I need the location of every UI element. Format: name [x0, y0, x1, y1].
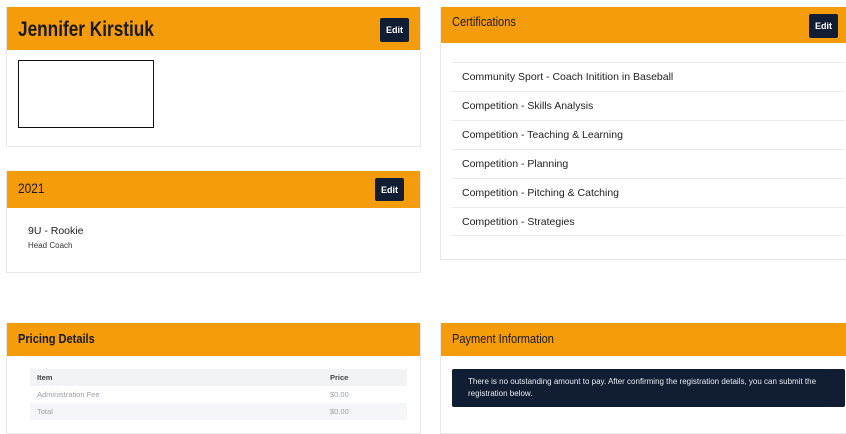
- certification-item: Competition - Planning: [452, 149, 845, 178]
- table-row: Total $0.00: [30, 403, 407, 420]
- edit-profile-button[interactable]: Edit: [380, 18, 409, 42]
- season-header: 2021 Edit: [7, 171, 420, 208]
- edit-certifications-button[interactable]: Edit: [809, 14, 838, 38]
- certifications-title: Certifications: [452, 14, 516, 29]
- table-row: Administration Fee $0.00: [30, 386, 407, 403]
- pricing-total-price: $0.00: [330, 407, 349, 416]
- certifications-header: Certifications Edit: [441, 7, 846, 43]
- certification-item: Competition - Strategies: [452, 207, 845, 236]
- payment-notice: There is no outstanding amount to pay. A…: [452, 369, 845, 407]
- pricing-column-item: Item: [37, 373, 53, 382]
- pricing-title: Pricing Details: [18, 331, 95, 346]
- team-role: Head Coach: [28, 241, 73, 250]
- season-card: 2021 Edit 9U - Rookie Head Coach: [6, 171, 421, 273]
- certifications-card: Certifications Edit Community Sport - Co…: [440, 7, 846, 260]
- pricing-column-price: Price: [330, 373, 349, 382]
- pricing-item-label: Administration Fee: [37, 390, 100, 399]
- profile-photo-placeholder: [18, 60, 154, 128]
- pricing-card: Pricing Details Item Price Administratio…: [6, 323, 421, 434]
- profile-card: Jennifer Kirstiuk Edit: [6, 7, 421, 147]
- certification-item: Competition - Skills Analysis: [452, 91, 845, 120]
- edit-season-button[interactable]: Edit: [375, 178, 404, 201]
- pricing-total-label: Total: [37, 407, 53, 416]
- pricing-table: Item Price Administration Fee $0.00 Tota…: [30, 369, 407, 420]
- certification-item: Competition - Teaching & Learning: [452, 120, 845, 149]
- payment-header: Payment Information: [441, 323, 846, 356]
- season-year: 2021: [18, 180, 45, 196]
- certification-item: Competition - Pitching & Catching: [452, 178, 845, 207]
- payment-card: Payment Information There is no outstand…: [440, 323, 846, 434]
- profile-name: Jennifer Kirstiuk: [18, 18, 154, 41]
- pricing-header: Pricing Details: [7, 323, 420, 356]
- profile-header: Jennifer Kirstiuk Edit: [7, 7, 420, 50]
- team-name: 9U - Rookie: [28, 225, 84, 237]
- pricing-table-header: Item Price: [30, 369, 407, 386]
- certifications-list: Community Sport - Coach Initition in Bas…: [452, 62, 845, 236]
- payment-title: Payment Information: [452, 331, 554, 346]
- certification-item: Community Sport - Coach Initition in Bas…: [452, 62, 845, 91]
- pricing-item-price: $0.00: [330, 390, 349, 399]
